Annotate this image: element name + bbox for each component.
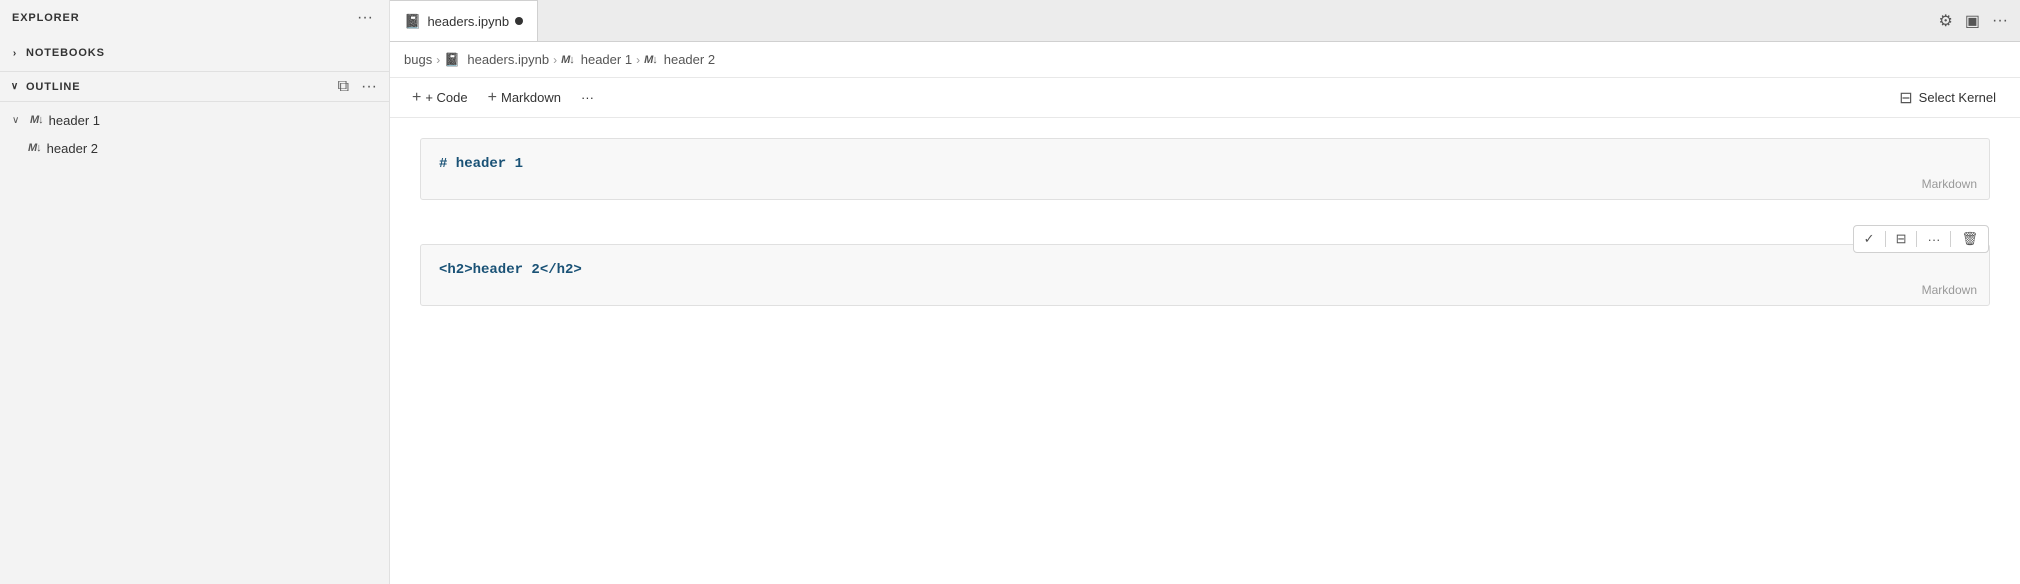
breadcrumb-item-notebook[interactable]: 📓 headers.ipynb xyxy=(444,52,549,68)
cell-split-button[interactable]: ⊟ xyxy=(1890,228,1913,250)
toolbar-more-icon: ··· xyxy=(581,90,594,105)
outline-more-icon: ··· xyxy=(361,78,377,96)
outline-items: ∨ M↓ header 1 M↓ header 2 xyxy=(0,102,389,166)
breadcrumb-notebook-label: headers.ipynb xyxy=(467,52,549,67)
markdown-icon-2: M↓ xyxy=(28,142,41,154)
breadcrumb-header1-label: header 1 xyxy=(581,52,632,67)
outline-header: ∨ OUTLINE ⧉ ··· xyxy=(0,72,389,102)
outline-item-label-1: header 1 xyxy=(49,113,100,128)
breadcrumb-sep-2: › xyxy=(553,53,557,67)
select-kernel-button[interactable]: ⊟ Select Kernel xyxy=(1889,84,2006,112)
outline-item-chevron-icon: ∨ xyxy=(12,115,26,126)
breadcrumb-item-header2[interactable]: M↓ header 2 xyxy=(644,52,715,67)
breadcrumb-md-icon-2: M↓ xyxy=(644,54,657,66)
notebook-tab-icon: 📓 xyxy=(404,13,421,30)
split-icon: ⊟ xyxy=(1896,231,1907,246)
outline-item-label-2: header 2 xyxy=(47,141,98,156)
breadcrumb-item-header1[interactable]: M↓ header 1 xyxy=(561,52,632,67)
layout-button[interactable]: ▣ xyxy=(1961,9,1984,33)
cell-2-content[interactable]: <h2>header 2</h2> xyxy=(421,245,1989,305)
copy-icon: ⧉ xyxy=(338,78,349,96)
sidebar: EXPLORER ··· › NOTEBOOKS ∨ OUTLINE ⧉ ··· xyxy=(0,0,390,584)
layout-icon: ▣ xyxy=(1965,11,1980,31)
breadcrumb: bugs › 📓 headers.ipynb › M↓ header 1 › M… xyxy=(404,52,715,68)
select-kernel-label: Select Kernel xyxy=(1919,90,1996,105)
outline-header-left[interactable]: ∨ OUTLINE xyxy=(8,80,80,94)
outline-more-button[interactable]: ··· xyxy=(357,76,381,98)
explorer-title-bar: EXPLORER ··· xyxy=(0,0,389,35)
cells-area: # header 1 Markdown ✓ ⊟ ··· 🗑 xyxy=(390,118,2020,584)
breadcrumb-md-icon-1: M↓ xyxy=(561,54,574,66)
cell-2-text: <h2>header 2</h2> xyxy=(439,262,582,278)
notebooks-section-header[interactable]: › NOTEBOOKS xyxy=(0,39,389,67)
outline-item-header1[interactable]: ∨ M↓ header 1 xyxy=(0,106,389,134)
cell-accept-button[interactable]: ✓ xyxy=(1858,228,1881,250)
breadcrumb-bugs-label: bugs xyxy=(404,52,432,67)
cell-1-type-label: Markdown xyxy=(1922,177,1977,191)
check-icon: ✓ xyxy=(1864,231,1875,246)
add-code-label: + Code xyxy=(425,90,467,105)
main-area: 📓 headers.ipynb ⚙ ▣ ··· bugs › 📓 xyxy=(390,0,2020,584)
add-code-button[interactable]: + + Code xyxy=(404,85,476,111)
outline-item-header2[interactable]: M↓ header 2 xyxy=(0,134,389,162)
outline-header-actions: ⧉ ··· xyxy=(334,76,381,98)
outline-copy-button[interactable]: ⧉ xyxy=(334,76,353,98)
settings-button[interactable]: ⚙ xyxy=(1935,9,1957,33)
add-markdown-button[interactable]: + Markdown xyxy=(480,85,569,111)
breadcrumb-bar: bugs › 📓 headers.ipynb › M↓ header 1 › M… xyxy=(390,42,2020,78)
breadcrumb-notebook-icon: 📓 xyxy=(444,52,460,68)
tab-headers-ipynb[interactable]: 📓 headers.ipynb xyxy=(390,0,538,41)
cell-1[interactable]: # header 1 Markdown xyxy=(420,138,1990,200)
cell-toolbar-divider xyxy=(1885,231,1886,247)
toolbar-left: + + Code + Markdown ··· xyxy=(404,85,602,111)
breadcrumb-sep-1: › xyxy=(436,53,440,67)
notebooks-section: › NOTEBOOKS xyxy=(0,35,389,71)
cell-toolbar-divider-2 xyxy=(1916,231,1917,247)
notebooks-chevron-icon: › xyxy=(8,46,22,60)
settings-icon: ⚙ xyxy=(1939,11,1953,31)
tab-label: headers.ipynb xyxy=(427,14,509,29)
cell-delete-button[interactable]: 🗑 xyxy=(1955,228,1984,250)
kernel-icon: ⊟ xyxy=(1899,88,1912,108)
tab-bar-more-icon: ··· xyxy=(1992,12,2008,30)
breadcrumb-sep-3: › xyxy=(636,53,640,67)
cell-more-icon: ··· xyxy=(1927,232,1940,247)
toolbar-more-button[interactable]: ··· xyxy=(573,86,602,109)
delete-icon: 🗑 xyxy=(1961,231,1978,246)
cell-1-content[interactable]: # header 1 xyxy=(421,139,1989,199)
cell-2-toolbar: ✓ ⊟ ··· 🗑 xyxy=(1853,225,1989,253)
tab-bar-more-button[interactable]: ··· xyxy=(1988,10,2012,32)
add-markdown-plus-icon: + xyxy=(488,89,497,107)
cell-2-type-label: Markdown xyxy=(1922,283,1977,297)
breadcrumb-item-bugs[interactable]: bugs xyxy=(404,52,432,67)
outline-chevron-icon: ∨ xyxy=(8,80,22,94)
cell-2[interactable]: ✓ ⊟ ··· 🗑 <h2>header 2</h2> Markdown xyxy=(420,244,1990,306)
add-code-plus-icon: + xyxy=(412,89,421,107)
tab-bar-actions: ⚙ ▣ ··· xyxy=(1935,9,2020,33)
toolbar: + + Code + Markdown ··· ⊟ Select Kernel xyxy=(390,78,2020,118)
markdown-icon-1: M↓ xyxy=(30,114,43,126)
notebooks-label: NOTEBOOKS xyxy=(26,47,105,59)
outline-section: ∨ OUTLINE ⧉ ··· ∨ M↓ header 1 M↓ xyxy=(0,71,389,166)
cell-more-button[interactable]: ··· xyxy=(1921,229,1946,250)
explorer-title: EXPLORER xyxy=(12,12,80,24)
outline-label: OUTLINE xyxy=(26,81,80,93)
tabs-container: 📓 headers.ipynb xyxy=(390,0,538,41)
breadcrumb-header2-label: header 2 xyxy=(664,52,715,67)
cell-toolbar-divider-3 xyxy=(1950,231,1951,247)
explorer-more-button[interactable]: ··· xyxy=(353,7,377,29)
add-markdown-label: Markdown xyxy=(501,90,561,105)
cell-1-text: # header 1 xyxy=(439,156,523,172)
tab-bar: 📓 headers.ipynb ⚙ ▣ ··· xyxy=(390,0,2020,42)
tab-modified-dot xyxy=(515,17,523,25)
